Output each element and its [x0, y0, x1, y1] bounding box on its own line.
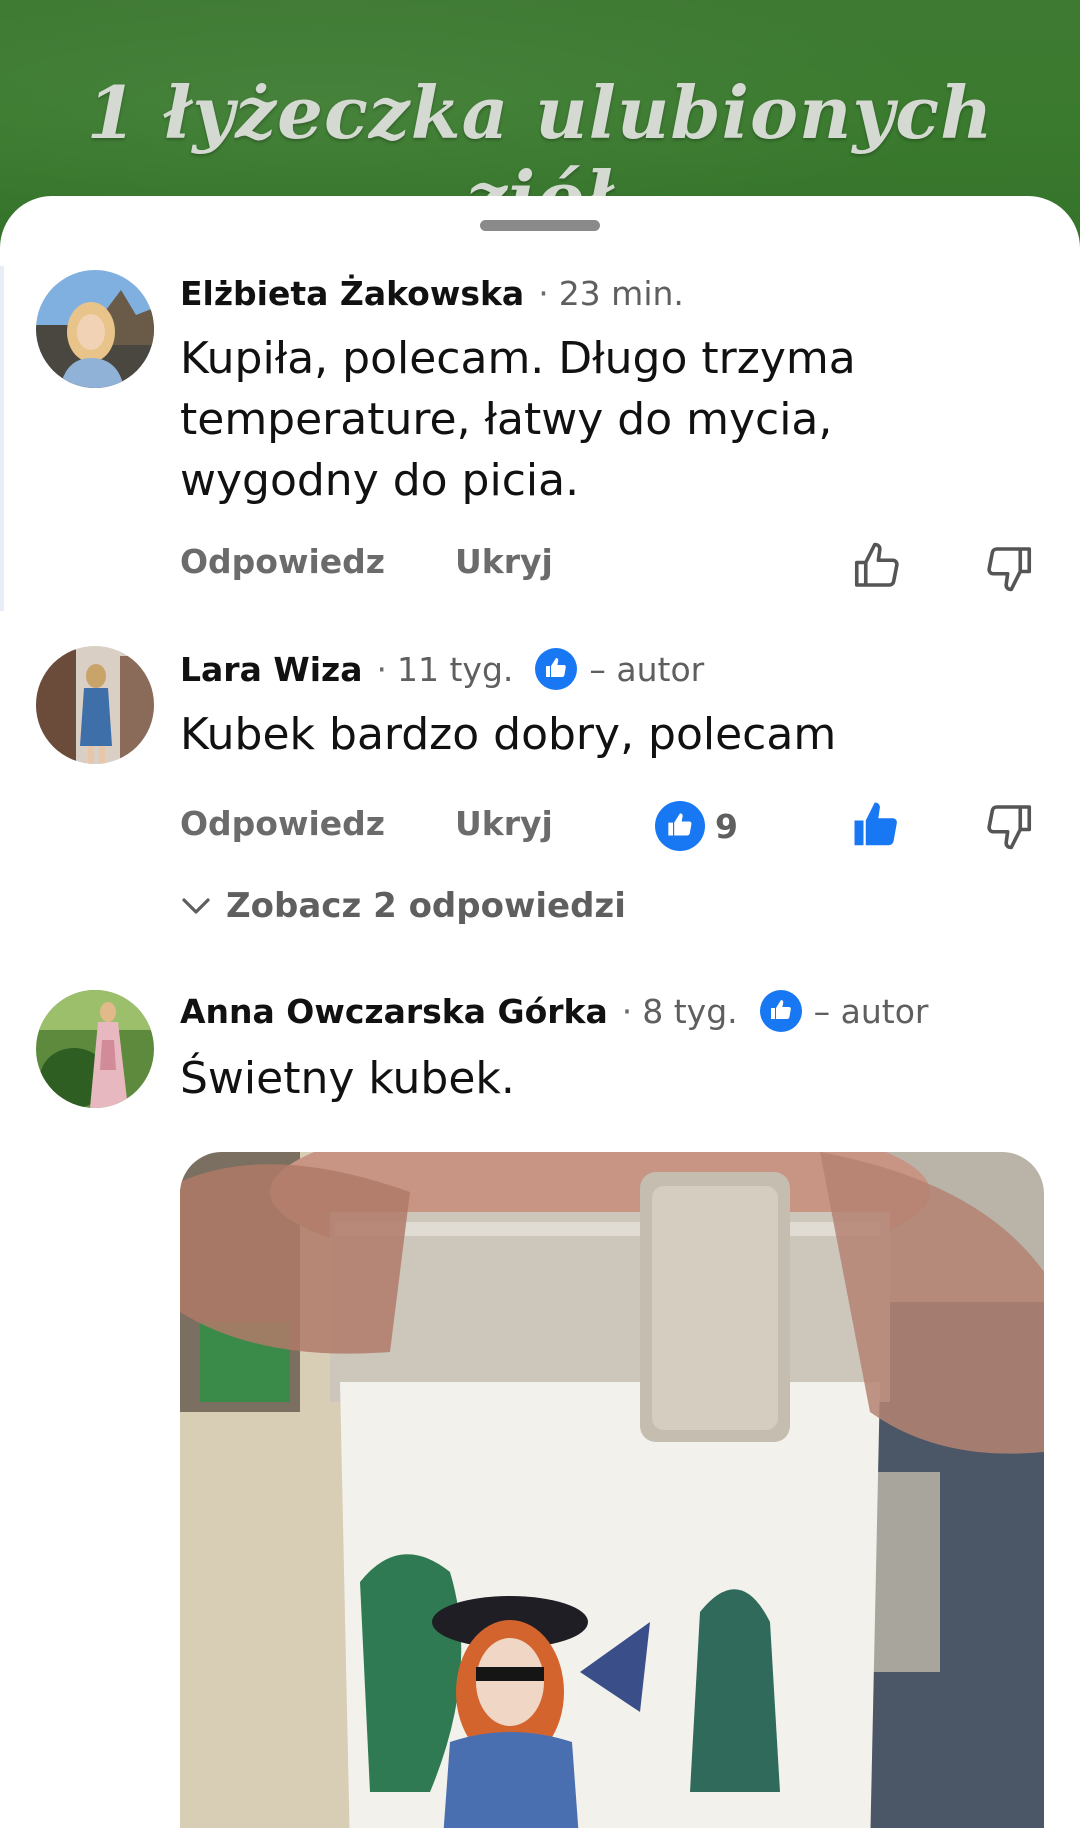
comment-time[interactable]: 23 min. — [559, 274, 684, 313]
comment-meta: Lara Wiza · 11 tyg. – autor — [180, 644, 704, 694]
like-button[interactable] — [850, 798, 904, 852]
like-badge-icon — [535, 648, 578, 690]
hide-button[interactable]: Ukryj — [455, 542, 553, 581]
view-replies-label: Zobacz 2 odpowiedzi — [226, 886, 626, 926]
thumbs-up-filled-icon — [854, 802, 897, 846]
author-name[interactable]: Anna Owczarska Górka — [180, 992, 608, 1031]
like-badge-icon — [655, 801, 705, 851]
separator-dot: · — [376, 649, 388, 689]
like-badge-icon — [759, 990, 802, 1032]
author-name[interactable]: Elżbieta Żakowska — [180, 274, 524, 313]
comment-time[interactable]: 8 tyg. — [642, 992, 737, 1031]
comment-text: Kubek bardzo dobry, polecam — [180, 709, 837, 760]
view-replies-button[interactable]: Zobacz 2 odpowiedzi — [180, 886, 626, 926]
comment-meta: Anna Owczarska Górka · 8 tyg. – autor — [180, 986, 928, 1036]
like-count: 9 — [715, 806, 738, 846]
hide-button[interactable]: Ukryj — [455, 804, 553, 843]
like-button[interactable] — [850, 540, 904, 594]
author-tag: – autor — [813, 991, 929, 1031]
thumbs-down-outline-icon — [987, 805, 1032, 850]
comment-photo[interactable] — [180, 1152, 1044, 1828]
comment-time[interactable]: 11 tyg. — [397, 650, 513, 689]
avatar[interactable] — [36, 270, 154, 388]
thumbs-up-outline-icon — [854, 542, 899, 587]
chevron-down-icon — [182, 898, 210, 914]
thread-indicator — [0, 266, 4, 611]
avatar[interactable] — [36, 646, 154, 764]
separator-dot: · — [621, 991, 633, 1031]
dislike-button[interactable] — [982, 798, 1036, 852]
avatar[interactable] — [36, 990, 154, 1108]
comment-text: Świetny kubek. — [180, 1053, 515, 1104]
comment-text: Kupiła, polecam. Długo trzyma temperatur… — [180, 333, 856, 506]
thumbs-down-outline-icon — [987, 547, 1032, 592]
comment-meta: Elżbieta Żakowska · 23 min. — [180, 268, 684, 318]
comments-sheet: Elżbieta Żakowska · 23 min. Kupiła, pole… — [0, 196, 1080, 1828]
separator-dot: · — [538, 273, 549, 313]
author-tag: – autor — [589, 649, 705, 689]
dislike-button[interactable] — [982, 540, 1036, 594]
reply-button[interactable]: Odpowiedz — [180, 804, 385, 843]
reaction-summary[interactable]: 9 — [655, 801, 738, 851]
author-name[interactable]: Lara Wiza — [180, 650, 363, 689]
sheet-drag-handle[interactable] — [480, 220, 600, 231]
reply-button[interactable]: Odpowiedz — [180, 542, 385, 581]
